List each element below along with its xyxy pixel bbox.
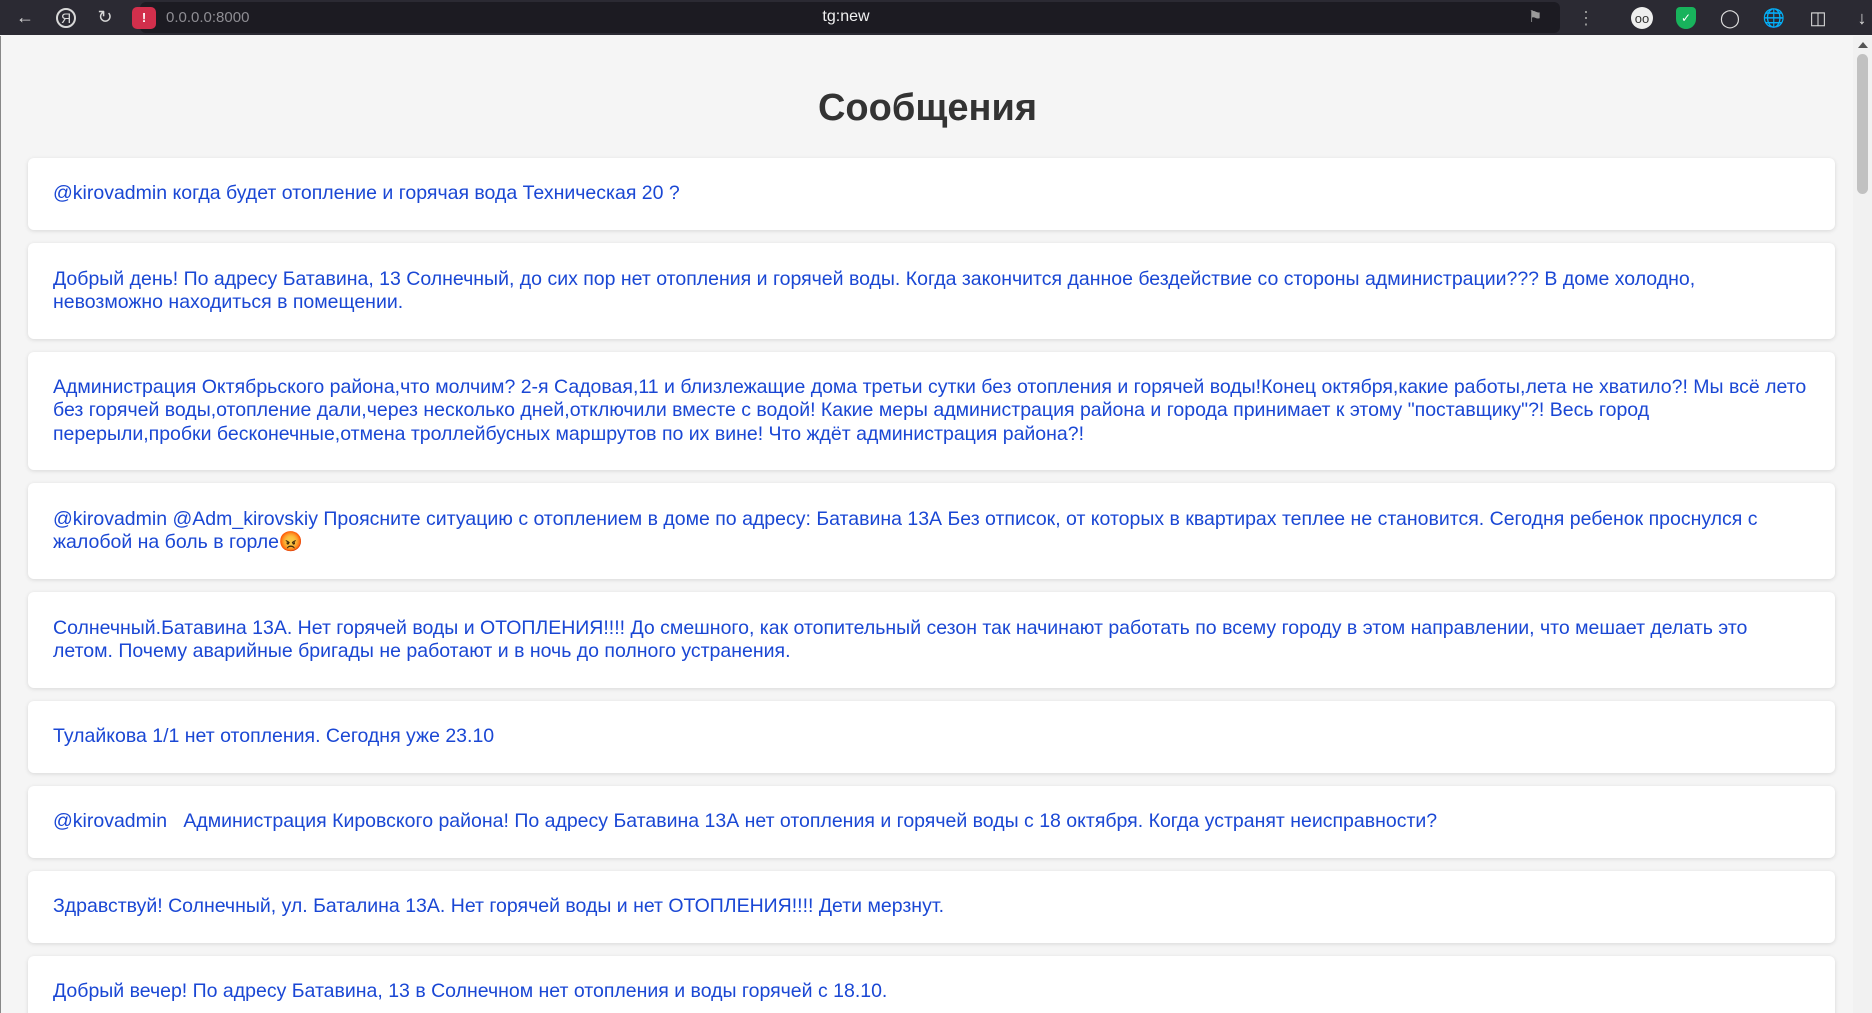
menu-icon[interactable]: ⋮ <box>1572 4 1600 32</box>
message-text: @kirovadmin когда будет отопление и горя… <box>53 182 680 205</box>
message-list: @kirovadmin когда будет отопление и горя… <box>28 158 1835 1013</box>
ext-icon[interactable]: ◯ <box>1716 4 1744 32</box>
bookmark-icon[interactable]: ⚑ <box>1528 7 1542 27</box>
warning-icon[interactable]: ! <box>132 6 156 29</box>
url-text[interactable]: 0.0.0.0:8000 <box>166 9 686 26</box>
back-icon[interactable]: ← <box>12 5 38 31</box>
message-card: Добрый вечер! По адресу Батавина, 13 в С… <box>28 956 1835 1013</box>
browser-toolbar: ← Я ↻ ! 0.0.0.0:8000 tg:new ⚑ ⋮ oo ✓ ◯ 🌐… <box>0 0 1872 35</box>
adblock-shield-icon[interactable]: ✓ <box>1672 4 1700 32</box>
yandex-icon[interactable]: Я <box>56 7 76 28</box>
message-text: Солнечный.Батавина 13А. Нет горячей воды… <box>53 616 1748 663</box>
message-text: Администрация Октябрьского района,что мо… <box>53 375 1807 445</box>
vertical-scrollbar[interactable] <box>1853 36 1872 1013</box>
scroll-up-arrow-icon[interactable] <box>1858 42 1868 48</box>
message-card: Добрый день! По адресу Батавина, 13 Солн… <box>28 243 1835 339</box>
message-text: Здравствуй! Солнечный, ул. Баталина 13А.… <box>53 895 945 918</box>
message-card: Администрация Октябрьского района,что мо… <box>28 352 1835 470</box>
globe-icon[interactable]: 🌐 <box>1760 4 1788 32</box>
reload-icon[interactable]: ↻ <box>92 5 118 31</box>
bookmarks-panel-icon[interactable]: ◫ <box>1804 4 1832 32</box>
message-text: @kirovadmin Администрация Кировского рай… <box>53 810 1438 833</box>
message-text: Добрый день! По адресу Батавина, 13 Солн… <box>53 267 1696 314</box>
message-card: @kirovadmin Администрация Кировского рай… <box>28 786 1835 858</box>
message-card: @kirovadmin когда будет отопление и горя… <box>28 158 1835 230</box>
download-icon[interactable]: ↓ <box>1848 4 1872 32</box>
message-card: @kirovadmin @Adm_kirovskiy Проясните сит… <box>28 483 1835 579</box>
message-card: Тулайкова 1/1 нет отопления. Сегодня уже… <box>28 701 1835 773</box>
message-text: Тулайкова 1/1 нет отопления. Сегодня уже… <box>53 725 495 748</box>
message-text: Добрый вечер! По адресу Батавина, 13 в С… <box>53 980 888 1003</box>
scroll-thumb[interactable] <box>1857 54 1868 194</box>
message-card: Солнечный.Батавина 13А. Нет горячей воды… <box>28 592 1835 688</box>
page-title: Сообщения <box>817 87 1038 129</box>
message-text: @kirovadmin @Adm_kirovskiy Проясните сит… <box>53 507 1758 554</box>
privacy-ext-icon[interactable]: oo <box>1628 4 1656 32</box>
page-content: Сообщения @kirovadmin когда будет отопле… <box>0 36 1854 1013</box>
message-card: Здравствуй! Солнечный, ул. Баталина 13А.… <box>28 871 1835 943</box>
